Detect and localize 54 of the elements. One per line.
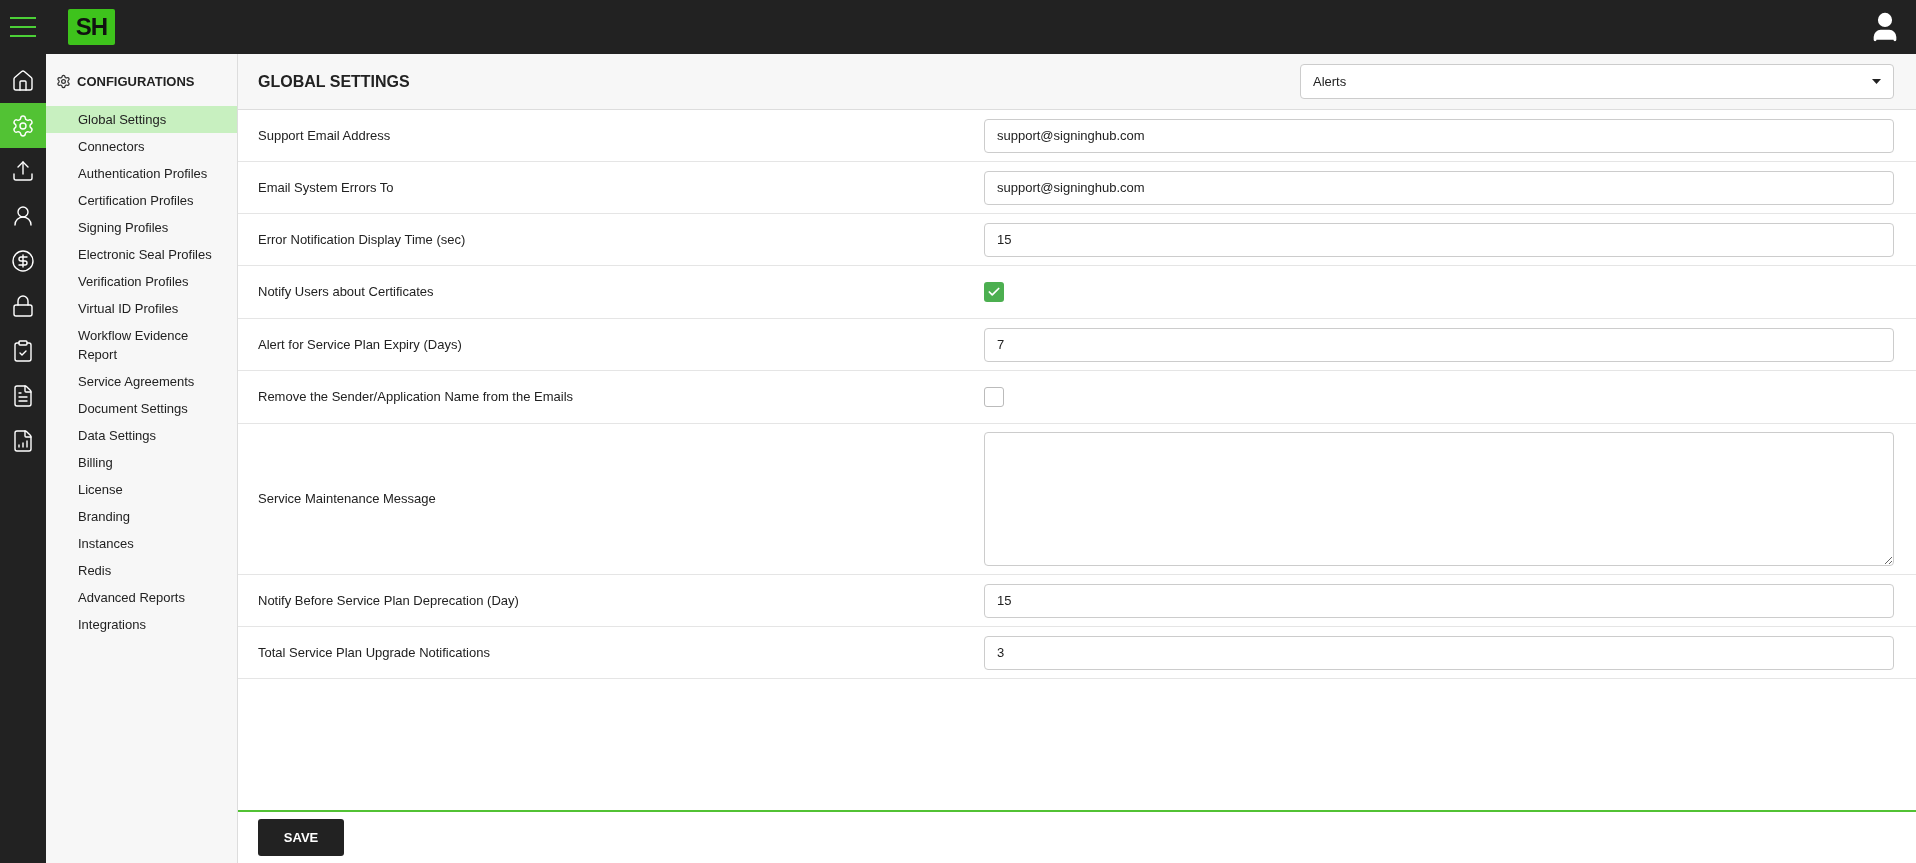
report-icon [11,428,35,453]
check-icon [987,285,1001,299]
sidebar-link[interactable]: Branding [46,502,237,530]
sidebar-link[interactable]: Virtual ID Profiles [46,294,237,322]
sidebar-link[interactable]: Certification Profiles [46,186,237,214]
field-label: Support Email Address [258,126,392,145]
text-field[interactable]: 15 [984,222,1894,257]
caret-icon [1872,79,1881,84]
checkbox[interactable] [984,387,1004,407]
checkbox[interactable] [984,282,1004,302]
sidebar-link[interactable]: Workflow Evidence Report [46,321,237,368]
field-label: Service Maintenance Message [258,490,437,509]
sidebar-link[interactable]: Advanced Reports [46,583,237,611]
sidebar-title: CONFIGURATIONS [77,73,195,91]
field-label: Remove the Sender/Application Name from the Emails [258,388,575,407]
home-icon [11,68,35,93]
sidebar-link[interactable]: Connectors [46,132,237,160]
field-label: Notify Users about Certificates [258,283,435,302]
sidebar-link[interactable]: Electronic Seal Profiles [46,240,237,268]
sidebar-link[interactable]: License [46,475,237,503]
field-label: Email System Errors To [258,178,395,197]
sidebar-link[interactable]: Data Settings [46,421,237,449]
upload-icon [11,158,35,183]
sidebar-link[interactable]: Document Settings [46,394,237,422]
text-field[interactable]: support@signinghub.com [984,118,1894,153]
settings-icon [56,74,71,90]
sidebar-link[interactable]: Global Settings [46,105,237,133]
section-dropdown[interactable]: Alerts [1300,64,1894,99]
settings-icon [11,113,35,138]
sidebar-link[interactable]: Instances [46,529,237,557]
dollar-icon [11,248,35,273]
sidebar-link[interactable]: Redis [46,556,237,584]
page-title: GLOBAL SETTINGS [258,71,410,92]
clipboard-check-icon [11,338,35,363]
sidebar-link[interactable]: Billing [46,448,237,476]
field-label: Total Service Plan Upgrade Notifications [258,643,491,662]
logo: SH [68,9,115,45]
text-field[interactable]: 7 [984,327,1894,362]
field-label: Alert for Service Plan Expiry (Days) [258,335,463,354]
sidebar-link[interactable]: Service Agreements [46,367,237,395]
text-field[interactable]: 15 [984,583,1894,618]
sidebar-link[interactable]: Authentication Profiles [46,159,237,187]
text-field[interactable]: support@signinghub.com [984,170,1894,205]
sidebar-link[interactable]: Verification Profiles [46,267,237,295]
field-label: Notify Before Service Plan Deprecation (Day) [258,591,520,610]
sidebar-link[interactable]: Signing Profiles [46,213,237,241]
text-field[interactable]: 3 [984,635,1894,670]
menu-icon[interactable] [10,17,36,37]
user-icon [11,203,35,228]
save-button[interactable]: SAVE [258,819,344,856]
field-label: Error Notification Display Time (sec) [258,230,467,249]
sidebar-link[interactable]: Integrations [46,610,237,638]
lock-icon [11,293,35,318]
document-icon [11,383,35,408]
